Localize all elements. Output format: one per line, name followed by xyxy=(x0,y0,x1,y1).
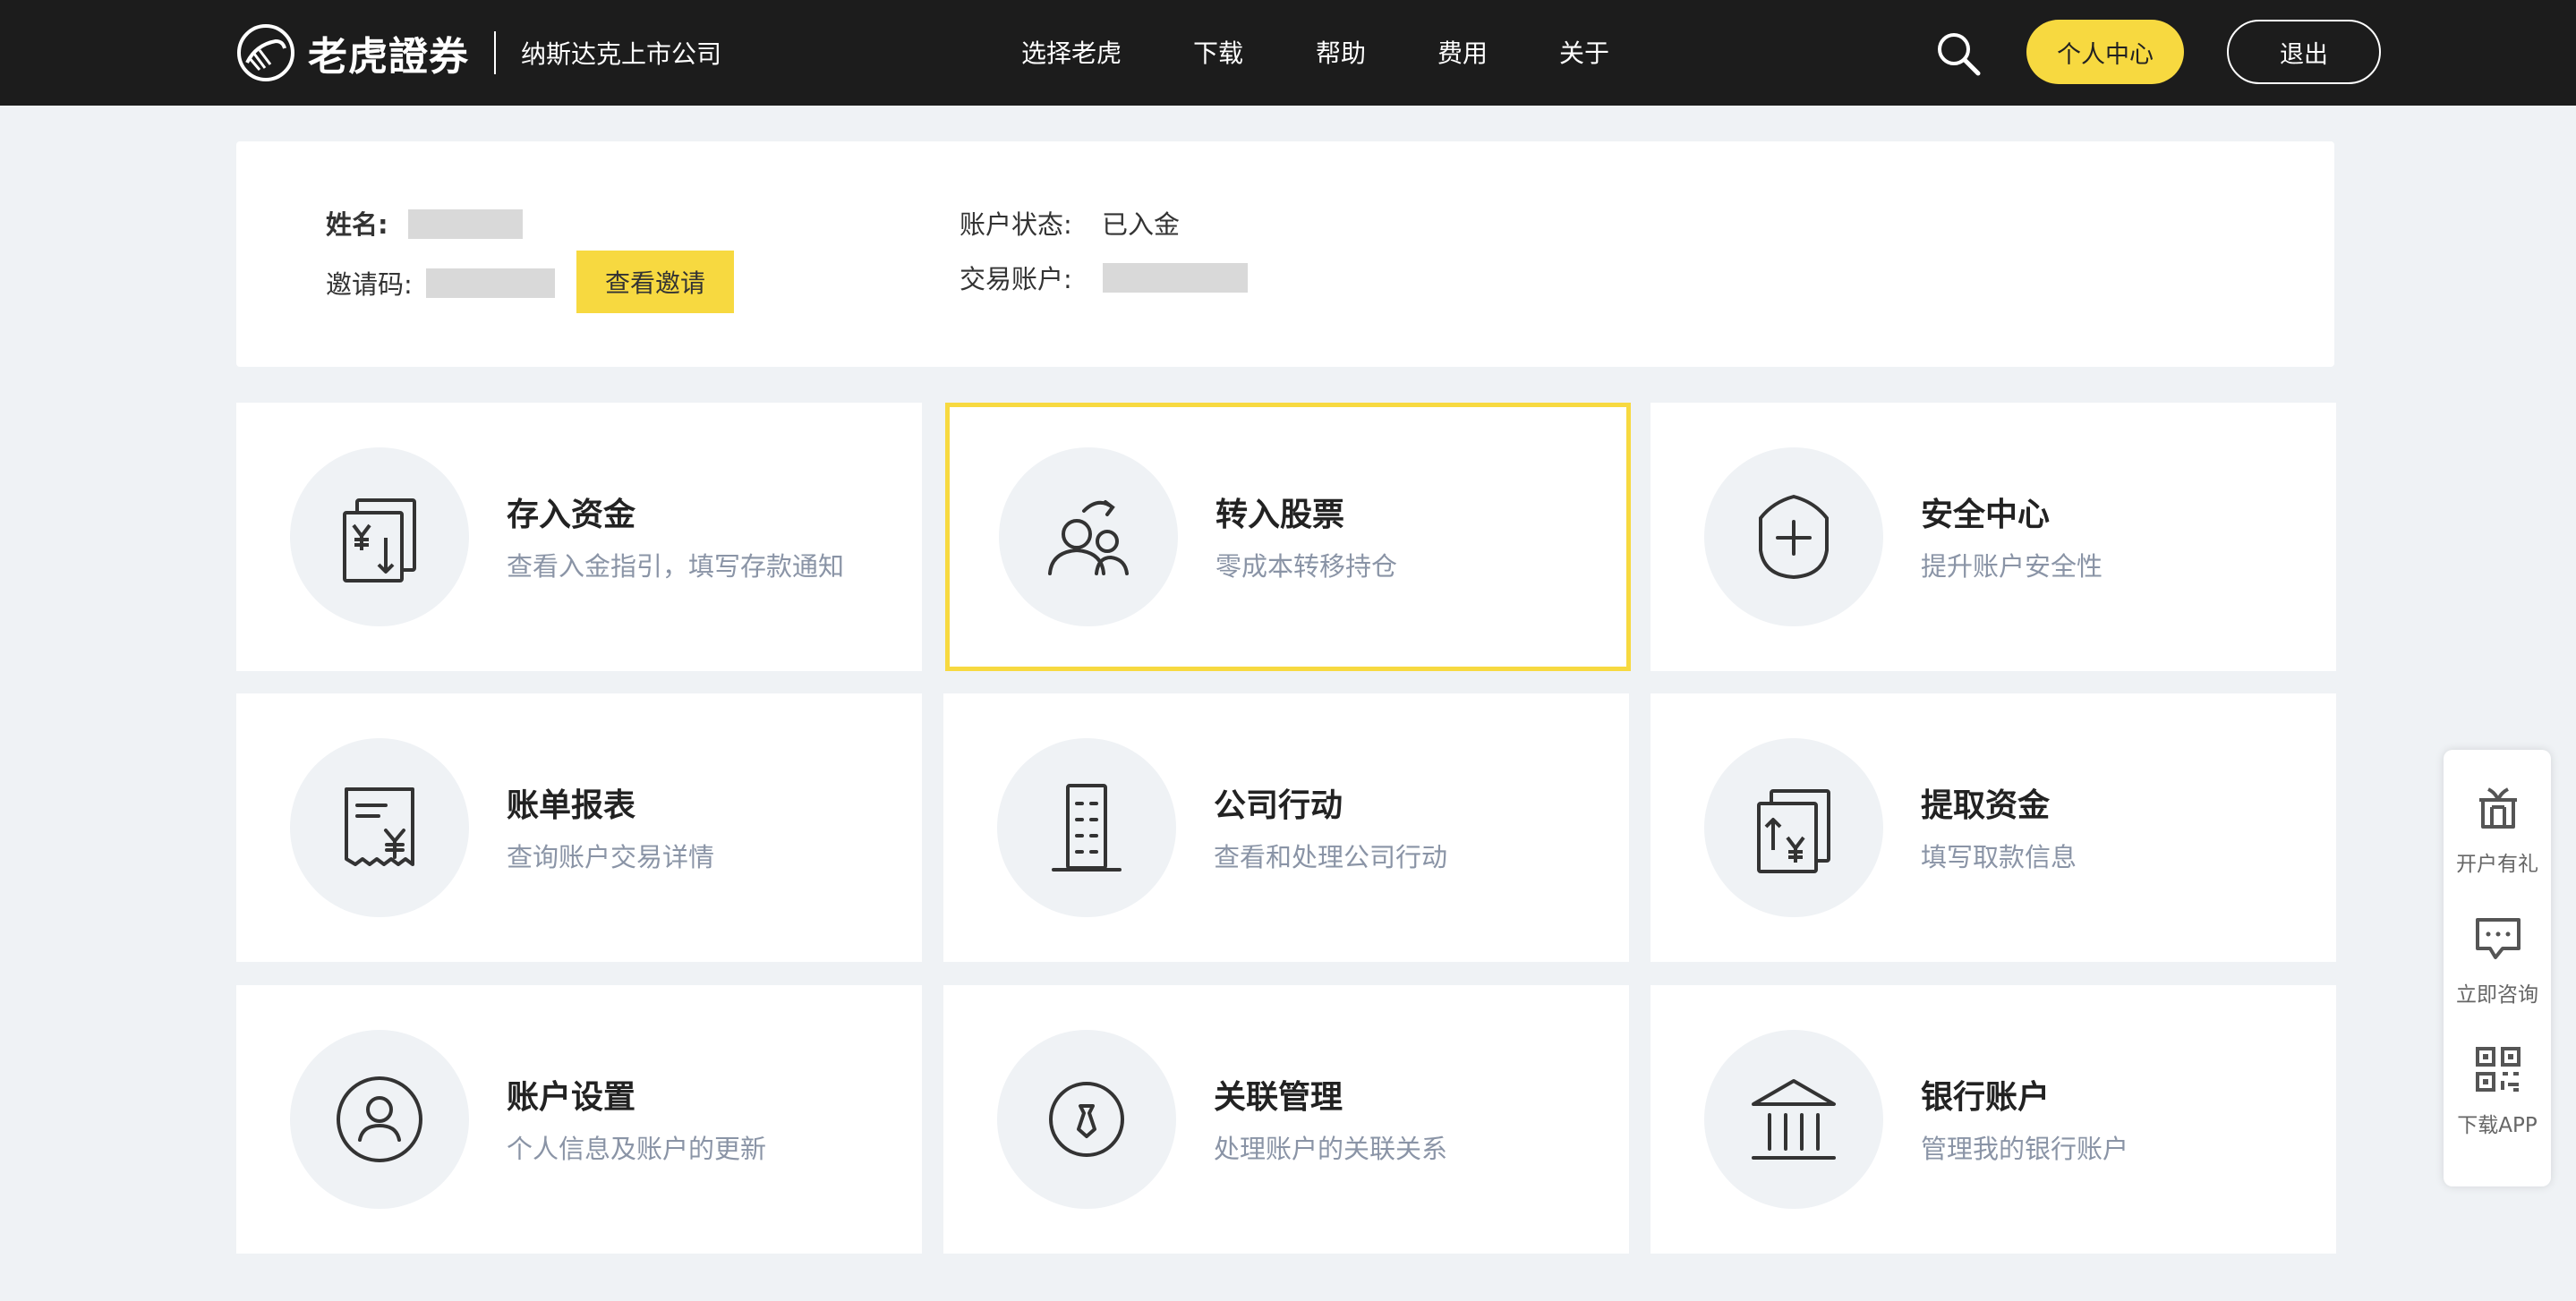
icon-circle xyxy=(997,1030,1176,1209)
card-desc: 处理账户的关联关系 xyxy=(1214,1134,1448,1164)
icon-circle xyxy=(1704,1030,1883,1209)
user-circle-icon xyxy=(337,1076,422,1162)
icon-circle xyxy=(999,447,1178,626)
trading-account-label: 交易账户: xyxy=(960,264,1072,294)
account-info-card: 姓名: 邀请码: 查看邀请 账户状态: 已入金 交易账户: xyxy=(236,141,2334,367)
account-status-value: 已入金 xyxy=(1102,209,1181,240)
card-linked-management[interactable]: 关联管理 处理账户的关联关系 xyxy=(943,985,1629,1254)
card-title: 公司行动 xyxy=(1214,787,1343,824)
card-account-settings[interactable]: 账户设置 个人信息及账户的更新 xyxy=(236,985,922,1254)
side-download-app[interactable]: 下载APP xyxy=(2444,1038,2551,1163)
logo[interactable]: 老虎證券 纳斯达克上市公司 xyxy=(236,22,721,83)
account-status-label: 账户状态: xyxy=(960,209,1072,240)
card-statements[interactable]: 账单报表 查询账户交易详情 xyxy=(236,693,922,962)
card-title: 账单报表 xyxy=(507,787,636,824)
gift-icon xyxy=(2479,787,2517,829)
brand-tagline: 纳斯达克上市公司 xyxy=(521,39,722,69)
card-title: 提取资金 xyxy=(1921,787,2051,824)
logout-button[interactable]: 退出 xyxy=(2227,20,2381,84)
card-title: 转入股票 xyxy=(1215,497,1345,533)
card-title: 账户设置 xyxy=(507,1079,636,1116)
card-desc: 查询账户交易详情 xyxy=(507,842,715,872)
deposit-yen-icon xyxy=(343,498,416,582)
card-corporate-actions[interactable]: 公司行动 查看和处理公司行动 xyxy=(943,693,1629,962)
top-navigation-bar: 老虎證券 纳斯达克上市公司 选择老虎 下载 帮助 费用 关于 个人中心 退出 xyxy=(0,0,2576,106)
card-desc: 提升账户安全性 xyxy=(1921,551,2103,582)
brand-name: 老虎證券 xyxy=(308,34,469,80)
side-label: 下载APP xyxy=(2457,1114,2538,1137)
nav-choose-tiger[interactable]: 选择老虎 xyxy=(1021,34,1122,70)
building-icon xyxy=(1052,784,1122,872)
icon-circle xyxy=(290,1030,469,1209)
nav-download[interactable]: 下载 xyxy=(1193,34,1243,70)
chat-icon xyxy=(2476,918,2521,959)
icon-circle xyxy=(1704,738,1883,917)
card-desc: 个人信息及账户的更新 xyxy=(507,1134,767,1164)
receipt-icon xyxy=(345,787,414,866)
tiger-logo-icon xyxy=(237,24,294,81)
card-desc: 零成本转移持仓 xyxy=(1215,551,1398,582)
transfer-users-icon xyxy=(1048,500,1129,575)
card-title: 银行账户 xyxy=(1921,1079,2051,1116)
icon-circle xyxy=(290,447,469,626)
personal-center-button[interactable]: 个人中心 xyxy=(2026,20,2184,84)
shield-plus-icon xyxy=(1759,494,1829,580)
name-value-redacted xyxy=(408,209,523,239)
card-security-center[interactable]: 安全中心 提升账户安全性 xyxy=(1651,403,2336,671)
side-label: 立即咨询 xyxy=(2456,983,2538,1007)
icon-circle xyxy=(997,738,1176,917)
side-label: 开户有礼 xyxy=(2456,853,2538,876)
name-label: 姓名: xyxy=(326,209,388,240)
card-desc: 查看入金指引，填写存款通知 xyxy=(507,551,845,582)
side-consult-now[interactable]: 立即咨询 xyxy=(2444,907,2551,1033)
card-transfer-stocks[interactable]: 转入股票 零成本转移持仓 xyxy=(945,403,1631,671)
nav-fees[interactable]: 费用 xyxy=(1437,34,1488,70)
invite-code-label: 邀请码: xyxy=(326,269,413,300)
side-open-account-gift[interactable]: 开户有礼 xyxy=(2444,777,2551,902)
card-desc: 填写取款信息 xyxy=(1921,842,2077,872)
floating-side-panel: 开户有礼 立即咨询 下载APP xyxy=(2444,750,2551,1186)
card-title: 安全中心 xyxy=(1921,497,2051,533)
search-icon[interactable] xyxy=(1933,29,1983,79)
nav-about[interactable]: 关于 xyxy=(1559,34,1609,70)
card-desc: 管理我的银行账户 xyxy=(1921,1134,2129,1164)
invite-code-redacted xyxy=(426,268,555,298)
qr-code-icon xyxy=(2476,1047,2521,1092)
card-deposit-funds[interactable]: 存入资金 查看入金指引，填写存款通知 xyxy=(236,403,922,671)
card-desc: 查看和处理公司行动 xyxy=(1214,842,1448,872)
bank-icon xyxy=(1752,1079,1836,1160)
card-bank-account[interactable]: 银行账户 管理我的银行账户 xyxy=(1651,985,2336,1254)
card-title: 存入资金 xyxy=(507,497,636,533)
nav-help[interactable]: 帮助 xyxy=(1316,34,1366,70)
trading-account-redacted xyxy=(1103,263,1248,293)
withdraw-yen-icon xyxy=(1757,789,1830,873)
tie-circle-icon xyxy=(1049,1082,1124,1157)
card-title: 关联管理 xyxy=(1214,1079,1343,1116)
logo-divider xyxy=(494,31,496,74)
card-withdraw-funds[interactable]: 提取资金 填写取款信息 xyxy=(1651,693,2336,962)
view-invite-button[interactable]: 查看邀请 xyxy=(576,251,734,313)
icon-circle xyxy=(1704,447,1883,626)
icon-circle xyxy=(290,738,469,917)
